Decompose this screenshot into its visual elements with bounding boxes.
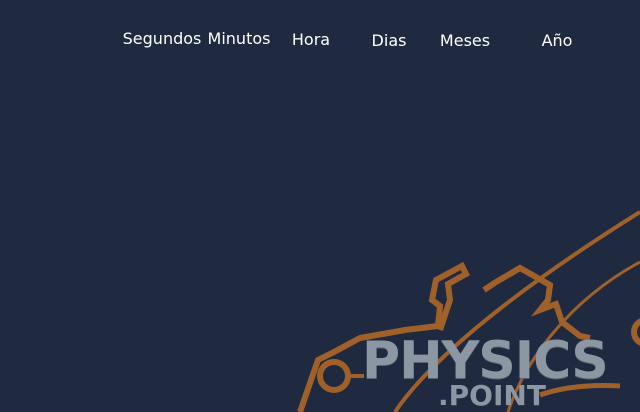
top-navigation: Segundos Minutos Hora Dias Meses Año <box>0 0 640 80</box>
logo-subtitle: .POINT <box>438 380 546 412</box>
nav-item-minutos[interactable]: Minutos <box>208 29 271 49</box>
nav-item-ano[interactable]: Año <box>542 31 573 51</box>
nav-item-hora[interactable]: Hora <box>292 30 330 50</box>
nav-item-dias[interactable]: Dias <box>372 31 407 51</box>
nav-item-segundos[interactable]: Segundos <box>123 29 202 49</box>
nav-item-meses[interactable]: Meses <box>440 31 490 51</box>
circle-node-icon <box>317 359 351 393</box>
